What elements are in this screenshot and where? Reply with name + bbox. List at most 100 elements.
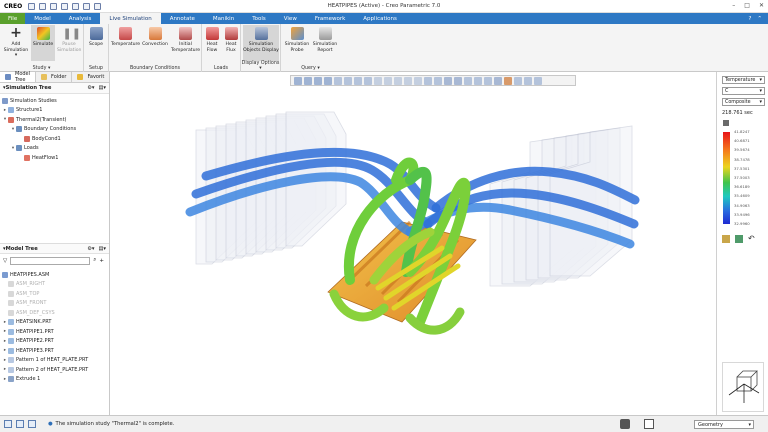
tree-item[interactable]: ASM_RIGHT xyxy=(2,280,107,290)
temperature-button[interactable]: Temperature xyxy=(111,27,140,48)
tree-item[interactable]: ▸ HEATPIPE2.PRT xyxy=(2,337,107,347)
tree-item[interactable]: ASM_FRONT xyxy=(2,299,107,309)
tab-model-tree[interactable]: Model Tree xyxy=(0,71,37,83)
tab-folder[interactable]: Folder xyxy=(36,72,73,82)
legend-tools: ↶ xyxy=(722,235,756,243)
tree-item[interactable]: HEATPIPES.ASM xyxy=(2,270,107,280)
filter-icon[interactable]: ▽ xyxy=(3,258,7,264)
tree-item[interactable]: ▸ Pattern 1 of HEAT_PLATE.PRT xyxy=(2,356,107,366)
tree-item[interactable]: BodyCond1 xyxy=(2,134,107,144)
status-message: ● The simulation study "Thermal2" is comp… xyxy=(48,421,175,427)
simulation-probe-button[interactable]: Simulation Probe xyxy=(284,27,310,53)
scope-button[interactable]: Scope xyxy=(84,27,108,48)
settings-icon[interactable]: ⚙▾ xyxy=(87,246,94,252)
ribbon-collapse-icon[interactable]: ⌃ xyxy=(757,16,762,22)
model-tree: HEATPIPES.ASM ASM_RIGHT ASM_TOP ASM_FRON… xyxy=(0,270,109,384)
group-loads: Heat Flow Heat Flux Loads xyxy=(202,24,241,72)
result-component-select[interactable]: Composite xyxy=(722,98,765,106)
setup-group-label: Setup xyxy=(89,66,103,71)
title-bar: CREO HEATPIPES (Active) - Creo Parametri… xyxy=(0,0,768,13)
simulation-tree-header: ▾ Simulation Tree ⚙▾ ▤▾ xyxy=(0,83,109,94)
navigator-toggle-icon[interactable] xyxy=(16,420,24,428)
convection-button[interactable]: Convection xyxy=(141,27,169,48)
maximize-icon[interactable]: □ xyxy=(744,2,750,9)
assembly-icon xyxy=(2,271,8,278)
tree-item[interactable]: ▾ Thermal2(Transient) xyxy=(2,115,107,125)
legend-value: 37.5003 xyxy=(734,174,750,180)
initial-temperature-button[interactable]: Initial Temperature xyxy=(171,27,200,53)
settings-icon[interactable]: ⚙▾ xyxy=(87,85,94,91)
tab-live-simulation[interactable]: Live Simulation xyxy=(100,13,161,24)
tree-item[interactable]: ▸ Structure1 xyxy=(2,106,107,116)
search-icon[interactable]: ⌕ xyxy=(93,257,96,264)
probe-tool-icon[interactable] xyxy=(722,235,730,243)
result-quantity-select[interactable]: Temperature xyxy=(722,76,765,84)
undo-arrow-icon[interactable]: ↶ xyxy=(748,235,756,243)
legend-settings-icon[interactable] xyxy=(723,120,729,126)
tree-item[interactable]: ▸ HEATPIPE1.PRT xyxy=(2,327,107,337)
simulation-tree: Simulation Studies ▸ Structure1 ▾ Thermal2… xyxy=(0,94,109,165)
tree-item[interactable]: Simulation Studies xyxy=(2,96,107,106)
add-simulation-button[interactable]: + Add Simulation ▾ xyxy=(2,26,30,59)
group-setup: Scope Setup xyxy=(84,24,109,72)
legend-color-icon[interactable] xyxy=(735,235,743,243)
legend-value: 34.9063 xyxy=(734,202,750,208)
group-study: + Add Simulation ▾ Simulate ❚❚ Pause Sim… xyxy=(0,24,84,72)
tree-item[interactable]: ASM_TOP xyxy=(2,289,107,299)
tab-manikin[interactable]: Manikin xyxy=(204,13,243,24)
tree-item[interactable]: ▾ Boundary Conditions xyxy=(2,125,107,135)
model-tree-header: ▾ Model Tree ⚙▾ ▤▾ xyxy=(0,243,109,254)
select-box-icon[interactable] xyxy=(644,419,654,429)
graphics-viewport[interactable] xyxy=(110,72,716,415)
tab-file[interactable]: File xyxy=(0,13,26,24)
boundary-conditions-icon xyxy=(16,126,22,133)
heat-flow-button[interactable]: Heat Flow xyxy=(203,27,221,53)
navigator-tabs: Model Tree Folder Favorit xyxy=(0,71,111,83)
group-boundary-conditions: Temperature Convection Initial Temperatu… xyxy=(109,24,202,72)
tree-search-input[interactable] xyxy=(10,256,91,265)
tab-annotate[interactable]: Annotate xyxy=(161,13,204,24)
thermal-study-icon xyxy=(8,116,14,123)
show-icon[interactable]: ▤▾ xyxy=(98,246,106,252)
heat-flux-button[interactable]: Heat Flux xyxy=(222,27,240,53)
scope-icon xyxy=(89,27,103,40)
tree-item[interactable]: ASM_DEF_CSYS xyxy=(2,308,107,318)
show-icon[interactable]: ▤▾ xyxy=(98,85,106,91)
tab-applications[interactable]: Applications xyxy=(354,13,406,24)
tab-model[interactable]: Model xyxy=(25,13,60,24)
help-icon[interactable]: ? xyxy=(748,16,751,22)
simulation-objects-display-button[interactable]: Simulation Objects Display xyxy=(243,25,279,61)
tab-favorites[interactable]: Favorit xyxy=(72,72,111,82)
selection-icon[interactable] xyxy=(620,419,630,429)
tree-item[interactable]: HeatFlow1 xyxy=(2,153,107,163)
add-icon[interactable]: + xyxy=(99,258,104,264)
pause-icon: ❚❚ xyxy=(62,27,81,40)
legend-value: 36.6189 xyxy=(734,184,750,190)
tree-item[interactable]: ▸ HEATSINK.PRT xyxy=(2,318,107,328)
simulation-report-button[interactable]: Simulation Report xyxy=(312,27,338,53)
browser-toggle-icon[interactable] xyxy=(28,420,36,428)
tree-item[interactable]: ▾ Loads xyxy=(2,144,107,154)
tab-view[interactable]: View xyxy=(275,13,306,24)
tab-framework[interactable]: Framework xyxy=(306,13,354,24)
selection-filter-select[interactable]: Geometry xyxy=(694,420,754,429)
result-unit-select[interactable]: C xyxy=(722,87,765,95)
study-group-label: Study xyxy=(32,66,47,71)
structure-study-icon xyxy=(8,107,14,114)
simulate-button[interactable]: Simulate xyxy=(31,25,55,61)
coordinate-system-icon xyxy=(8,309,14,316)
tab-tools[interactable]: Tools xyxy=(243,13,275,24)
tree-item[interactable]: ▸ Pattern 2 of HEAT_PLATE.PRT xyxy=(2,365,107,375)
tree-item[interactable]: ▸ Extrude 1 xyxy=(2,375,107,385)
tree-item[interactable]: ▸ HEATPIPE3.PRT xyxy=(2,346,107,356)
minimize-icon[interactable]: – xyxy=(732,2,735,9)
pause-simulation-button[interactable]: ❚❚ Pause Simulation xyxy=(57,27,81,53)
legend-values: 41.8247 40.6871 39.5674 38.7478 37.5301 … xyxy=(734,129,768,230)
info-icon: ● xyxy=(48,421,53,427)
simulate-icon xyxy=(36,27,50,40)
triad-axes-icon xyxy=(728,370,760,403)
close-icon[interactable]: ✕ xyxy=(759,2,764,9)
layout-icon[interactable] xyxy=(4,420,12,428)
tab-analysis[interactable]: Analysis xyxy=(60,13,101,24)
probe-icon xyxy=(290,27,304,40)
